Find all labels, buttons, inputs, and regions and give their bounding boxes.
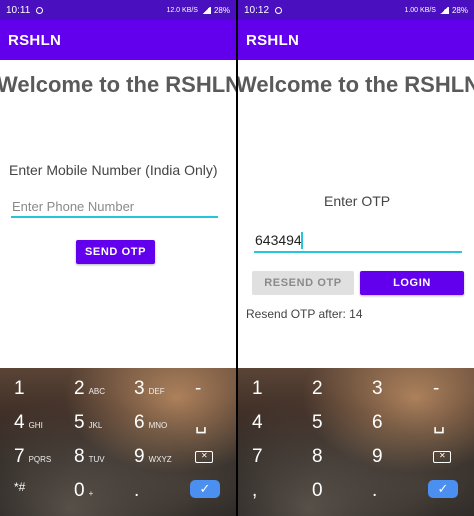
notification-icon <box>36 6 44 14</box>
welcome-heading: Welcome to the RSHLN <box>0 72 236 97</box>
key-6[interactable]: 6 <box>372 412 383 434</box>
key-5[interactable]: 5 <box>312 412 323 434</box>
key-dash[interactable]: - <box>195 378 201 400</box>
phone-number-input[interactable] <box>11 196 218 218</box>
key-comma[interactable]: , <box>252 480 257 502</box>
numeric-keyboard: 1 2 ABC 3 DEF - 4 GHI 5 JKL 6 MNO ␣ 7 PQRS 8 TU… <box>0 368 236 516</box>
key-9[interactable]: 9 <box>372 446 383 468</box>
battery-percent: 28% <box>213 5 230 15</box>
app-bar-title: RSHLN <box>0 20 236 60</box>
text-cursor <box>301 232 303 249</box>
signal-icon <box>200 6 211 14</box>
resend-otp-button[interactable]: RESEND OTP <box>252 271 354 295</box>
key-3[interactable]: 3 <box>372 378 383 400</box>
send-otp-button[interactable]: SEND OTP <box>76 240 155 264</box>
numeric-keyboard: 1 2 3 - 4 5 6 ␣ 7 8 9 , 0 . ✓ <box>238 368 474 516</box>
otp-input[interactable] <box>254 229 462 253</box>
key-space[interactable]: ␣ <box>195 412 207 435</box>
backspace-icon[interactable] <box>433 446 451 463</box>
status-indicators: 12.0 KB/S 28% <box>166 6 230 15</box>
key-star-hash[interactable]: *# <box>14 480 25 494</box>
battery-percent: 28% <box>451 5 468 15</box>
signal-icon <box>438 6 449 14</box>
key-9[interactable]: 9 WXYZ <box>134 446 172 468</box>
welcome-heading: Welcome to the RSHLN <box>238 72 474 97</box>
mobile-number-label: Enter Mobile Number (India Only) <box>9 162 218 178</box>
notification-icon <box>275 6 283 14</box>
app-bar-title: RSHLN <box>238 20 474 60</box>
status-indicators: 1.00 KB/S 28% <box>404 6 468 15</box>
status-bar: 10:12 1.00 KB/S 28% <box>238 0 474 20</box>
key-dash[interactable]: - <box>433 378 439 400</box>
key-dot[interactable]: . <box>372 480 377 502</box>
key-4[interactable]: 4 <box>252 412 263 434</box>
otp-label: Enter OTP <box>324 193 391 209</box>
phone-screen-otp-entry: 10:12 1.00 KB/S 28% RSHLN Welcome to the… <box>238 0 474 516</box>
status-time: 10:12 <box>244 4 270 16</box>
resend-countdown: Resend OTP after: 14 <box>246 307 363 321</box>
network-speed: 12.0 KB/S <box>166 6 198 14</box>
key-4[interactable]: 4 GHI <box>14 412 43 434</box>
enter-check-icon[interactable]: ✓ <box>428 480 458 498</box>
key-7[interactable]: 7 <box>252 446 263 468</box>
key-space[interactable]: ␣ <box>433 412 445 435</box>
status-bar: 10:11 12.0 KB/S 28% <box>0 0 236 20</box>
key-3[interactable]: 3 DEF <box>134 378 165 400</box>
key-0[interactable]: 0 + <box>74 480 93 502</box>
status-time: 10:11 <box>6 4 31 16</box>
login-button[interactable]: LOGIN <box>360 271 464 295</box>
key-5[interactable]: 5 JKL <box>74 412 102 434</box>
key-2[interactable]: 2 ABC <box>74 378 105 400</box>
key-dot[interactable]: . <box>134 480 139 502</box>
key-2[interactable]: 2 <box>312 378 323 400</box>
backspace-icon[interactable] <box>195 446 213 463</box>
network-speed: 1.00 KB/S <box>404 6 436 14</box>
key-1[interactable]: 1 <box>14 378 25 400</box>
key-8[interactable]: 8 <box>312 446 323 468</box>
enter-check-icon[interactable]: ✓ <box>190 480 220 498</box>
key-8[interactable]: 8 TUV <box>74 446 105 468</box>
key-0[interactable]: 0 <box>312 480 323 502</box>
phone-screen-mobile-entry: 10:11 12.0 KB/S 28% RSHLN Welcome to the… <box>0 0 236 516</box>
key-7[interactable]: 7 PQRS <box>14 446 51 468</box>
key-1[interactable]: 1 <box>252 378 263 400</box>
key-6[interactable]: 6 MNO <box>134 412 167 434</box>
